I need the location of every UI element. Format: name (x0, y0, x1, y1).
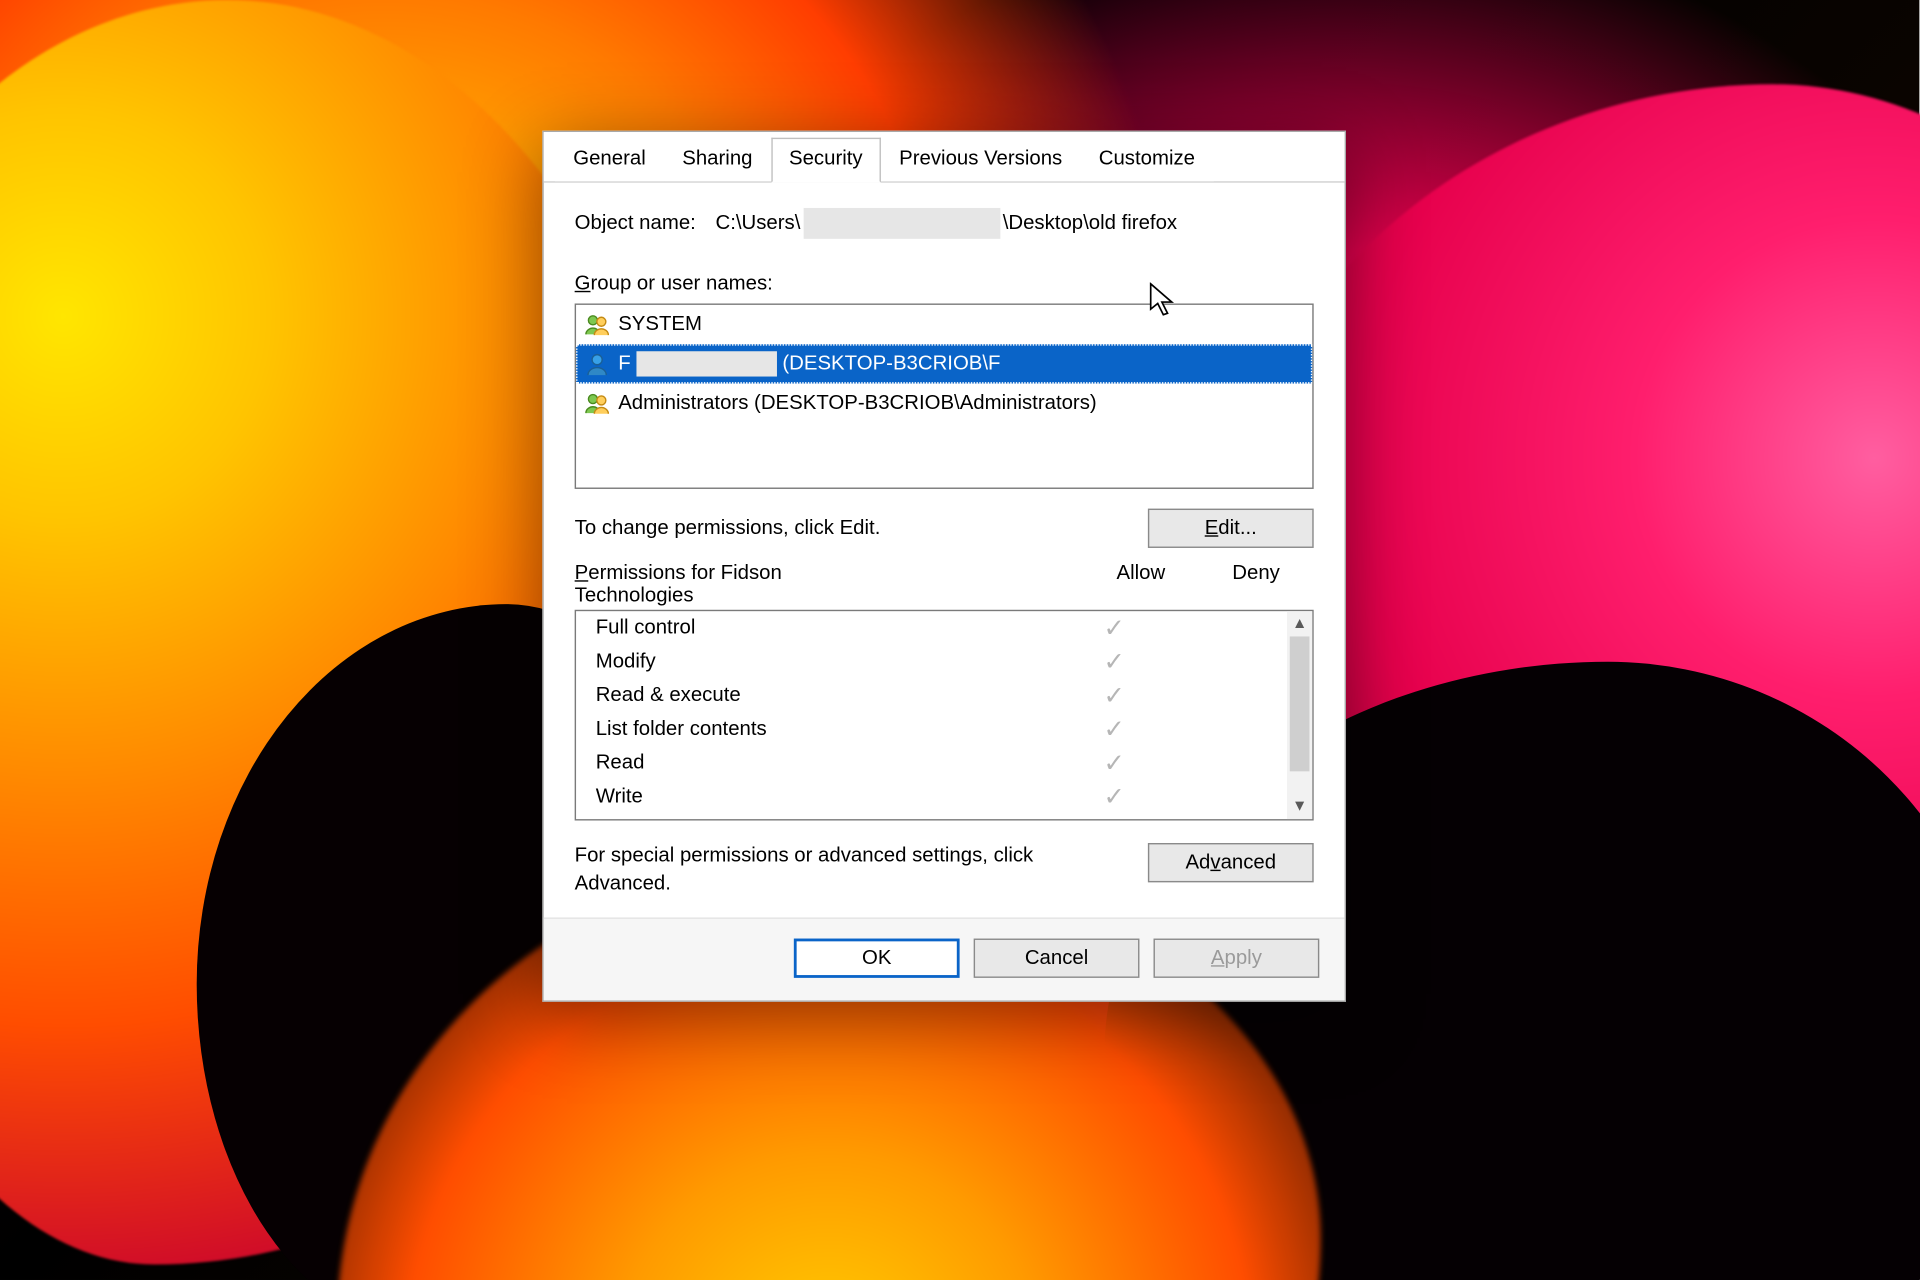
permission-name: Full control (596, 617, 1057, 639)
cancel-button[interactable]: Cancel (974, 939, 1140, 978)
principal-name: Administrators (DESKTOP-B3CRIOB\Administ… (618, 392, 1096, 414)
principal-name: SYSTEM (618, 313, 702, 335)
user-icon (584, 351, 609, 376)
permission-name: List folder contents (596, 718, 1057, 740)
permission-row: Full control ✓ (576, 611, 1287, 645)
permission-name: Read & execute (596, 684, 1057, 706)
advanced-hint: For special permissions or advanced sett… (575, 843, 1129, 898)
tab-previous-versions[interactable]: Previous Versions (881, 138, 1081, 182)
object-path-redacted (803, 208, 1000, 239)
permission-row: Write ✓ (576, 780, 1287, 814)
permission-row: Read & execute ✓ (576, 679, 1287, 713)
allow-check-icon: ✓ (1057, 613, 1172, 643)
scroll-down-icon[interactable]: ▼ (1287, 794, 1312, 819)
edit-button[interactable]: Edit... (1148, 509, 1314, 548)
principal-name: F (DESKTOP-B3CRIOB\F (618, 351, 1000, 376)
tab-security[interactable]: Security (771, 138, 881, 183)
permission-name: Write (596, 785, 1057, 807)
scrollbar[interactable]: ▲ ▼ (1287, 611, 1312, 819)
principal-redacted (636, 351, 777, 376)
scroll-thumb[interactable] (1290, 636, 1310, 771)
allow-check-icon: ✓ (1057, 748, 1172, 778)
allow-check-icon: ✓ (1057, 714, 1172, 744)
allow-check-icon: ✓ (1057, 647, 1172, 677)
tab-customize[interactable]: Customize (1080, 138, 1213, 182)
permission-row: Read ✓ (576, 746, 1287, 780)
users-group-icon (584, 391, 609, 416)
permissions-listbox[interactable]: Full control ✓ Modify ✓ Read & execute ✓ (575, 610, 1314, 821)
tab-general[interactable]: General (555, 138, 664, 182)
column-allow: Allow (1083, 562, 1198, 607)
permission-row: Modify ✓ (576, 645, 1287, 679)
edit-hint: To change permissions, click Edit. (575, 517, 881, 539)
scroll-up-icon[interactable]: ▲ (1287, 611, 1312, 636)
screen: General Sharing Security Previous Versio… (0, 0, 1919, 1280)
group-or-user-names-label: Group or user names: (575, 273, 1314, 295)
ok-button[interactable]: OK (794, 939, 960, 978)
object-path-pre: C:\Users\ (715, 212, 800, 234)
permissions-header: Permissions for Fidson Technologies Allo… (575, 562, 1314, 607)
permission-row: List folder contents ✓ (576, 712, 1287, 746)
permission-name: Read (596, 752, 1057, 774)
permission-name: Modify (596, 651, 1057, 673)
tab-sharing[interactable]: Sharing (664, 138, 771, 182)
security-pane: Object name: C:\Users\ \Desktop\old fire… (544, 183, 1345, 918)
properties-dialog: General Sharing Security Previous Versio… (542, 131, 1346, 1002)
list-item[interactable]: F (DESKTOP-B3CRIOB\F (576, 344, 1312, 383)
tab-bar: General Sharing Security Previous Versio… (544, 132, 1345, 183)
advanced-button[interactable]: Advanced (1148, 843, 1314, 882)
users-group-icon (584, 312, 609, 337)
object-name-row: Object name: C:\Users\ \Desktop\old fire… (575, 208, 1314, 239)
allow-check-icon: ✓ (1057, 681, 1172, 711)
object-name-label: Object name: (575, 212, 696, 234)
allow-check-icon: ✓ (1057, 782, 1172, 812)
permissions-for-label: Permissions for Fidson Technologies (575, 562, 1084, 607)
object-path-post: \Desktop\old firefox (1003, 212, 1177, 234)
list-item[interactable]: SYSTEM (576, 305, 1312, 344)
object-path: C:\Users\ \Desktop\old firefox (715, 208, 1177, 239)
column-deny: Deny (1198, 562, 1313, 607)
dialog-footer: OK Cancel Apply (544, 918, 1345, 1001)
list-item[interactable]: Administrators (DESKTOP-B3CRIOB\Administ… (576, 384, 1312, 423)
apply-button[interactable]: Apply (1154, 939, 1320, 978)
principals-listbox[interactable]: SYSTEM F (DESKTOP-B3CRIOB\F (575, 303, 1314, 488)
